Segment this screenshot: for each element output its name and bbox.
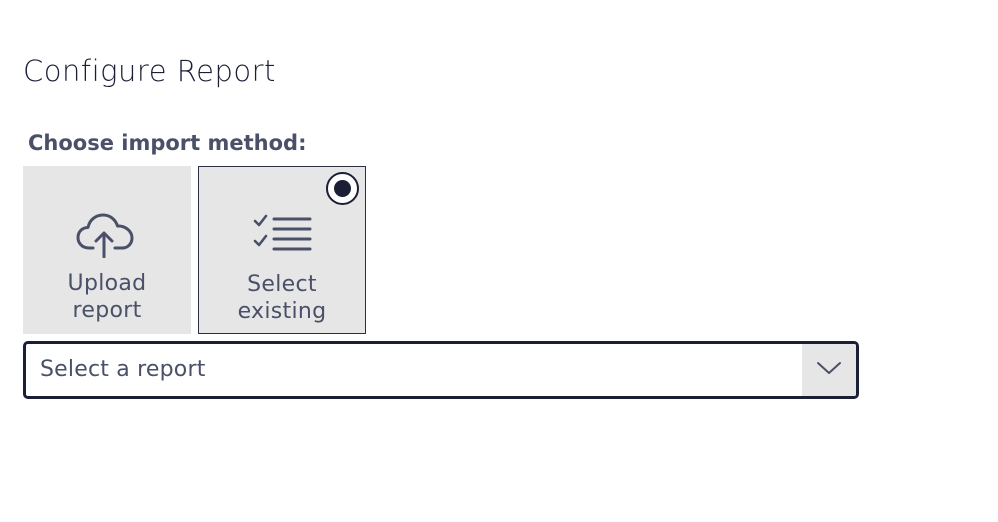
page-title: Configure Report [23,54,276,88]
import-method-label: Choose import method: [28,131,307,155]
cloud-upload-icon [76,213,134,258]
dropdown-toggle[interactable] [802,344,856,396]
select-existing-option[interactable]: Select existing [198,166,366,334]
chevron-down-icon [817,362,841,374]
radio-dot [334,180,351,197]
upload-report-label-line2: report [72,298,142,323]
select-existing-label-line2: existing [237,299,327,324]
checklist-icon [253,214,312,251]
select-existing-label-line1: Select [247,272,317,297]
upload-report-option[interactable]: Upload report [23,166,191,334]
selected-radio[interactable] [326,172,359,205]
report-select-value: Select a report [40,357,206,382]
upload-report-label-line1: Upload [67,271,147,296]
configure-report-page: Configure Report Choose import method: U… [0,0,998,522]
report-select-dropdown[interactable]: Select a report [23,341,859,399]
upload-report-label: Upload report [23,270,191,324]
select-existing-label: Select existing [199,271,365,325]
